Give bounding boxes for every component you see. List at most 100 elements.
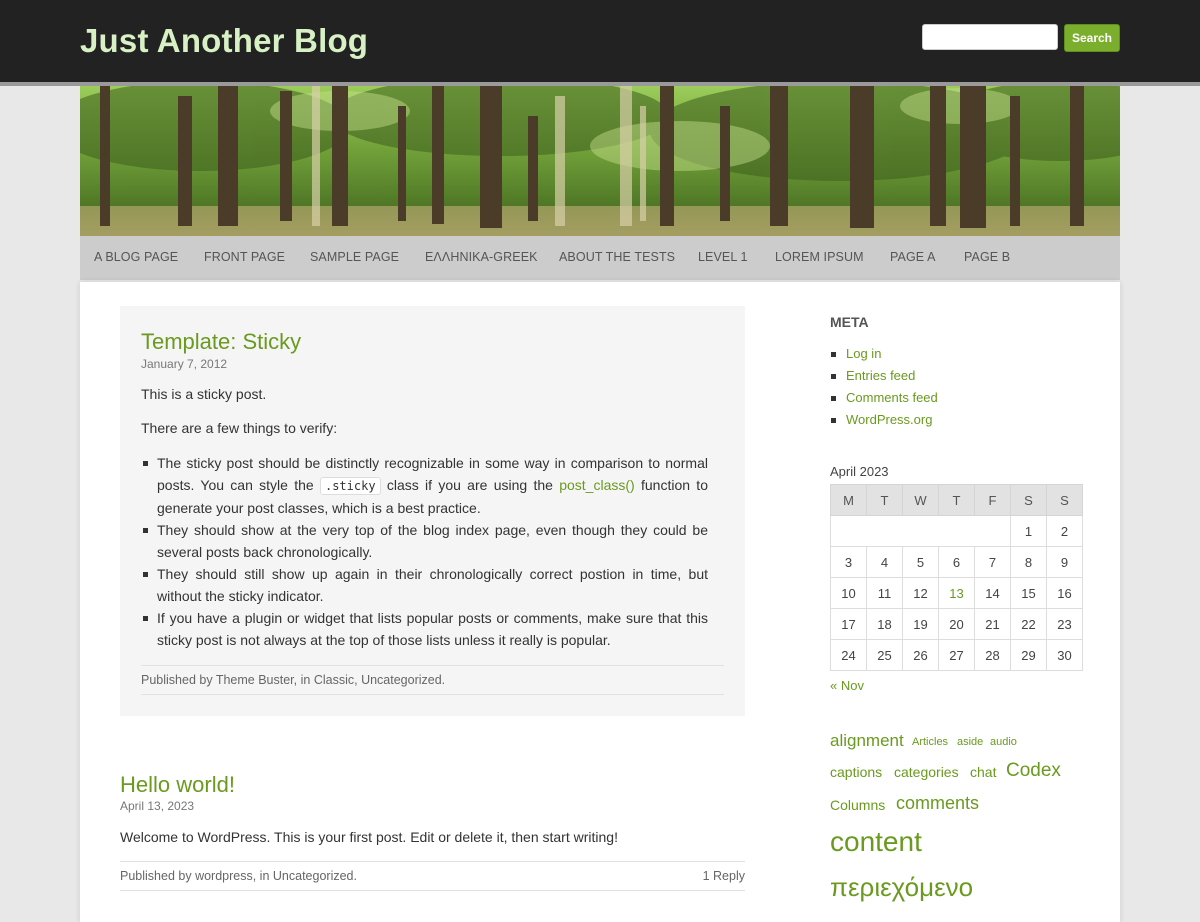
calendar-day: 12 xyxy=(902,577,939,609)
tag-link[interactable]: chat xyxy=(970,764,996,780)
reply-link[interactable]: 1 Reply xyxy=(703,869,745,883)
comments-feed-link[interactable]: Comments feed xyxy=(846,390,938,405)
calendar-day: 14 xyxy=(974,577,1011,609)
post-meta: Published by wordpress, in Uncategorized… xyxy=(120,861,745,891)
post-date: January 7, 2012 xyxy=(141,357,228,371)
list-item: Comments feed xyxy=(830,390,938,412)
calendar-day: 23 xyxy=(1046,608,1083,640)
calendar-day: 9 xyxy=(1046,546,1083,578)
calendar-week: 17 18 19 20 21 22 23 xyxy=(830,608,1083,640)
calendar-day: 2 xyxy=(1046,515,1083,547)
calendar-week: 24 25 26 27 28 29 30 xyxy=(830,639,1083,671)
category-link-uncategorized[interactable]: Uncategorized xyxy=(273,869,354,883)
post-class-link[interactable]: post_class() xyxy=(559,477,634,493)
tag-link[interactable]: aside xyxy=(957,736,983,748)
calendar-body: 1 2 3 4 5 6 7 8 9 10 11 12 13 14 15 16 17 18 19 20 21 22 23 24 2… xyxy=(830,515,1083,671)
tag-link[interactable]: audio xyxy=(990,736,1017,748)
nav-item-level-1[interactable]: LEVEL 1 xyxy=(698,250,748,264)
meta-widget-title: META xyxy=(830,314,869,330)
sticky-class-code: .sticky xyxy=(319,477,381,495)
nav-item-page-b[interactable]: PAGE B xyxy=(964,250,1010,264)
calendar-header: F xyxy=(974,484,1011,516)
list-item: Log in xyxy=(830,346,938,368)
calendar-week: 12 xyxy=(830,515,1083,547)
post-title[interactable]: Hello world! xyxy=(120,772,235,798)
calendar-day: 10 xyxy=(830,577,867,609)
calendar-day: 4 xyxy=(866,546,903,578)
calendar-day-link[interactable]: 13 xyxy=(949,586,963,601)
calendar-day: 24 xyxy=(830,639,867,671)
post-subintro: There are a few things to verify: xyxy=(141,420,338,436)
site-title[interactable]: Just Another Blog xyxy=(80,22,368,60)
calendar-day: 6 xyxy=(938,546,975,578)
calendar-day: 19 xyxy=(902,608,939,640)
post-date: April 13, 2023 xyxy=(120,799,195,813)
calendar-day: 21 xyxy=(974,608,1011,640)
calendar-empty-cell xyxy=(830,515,1011,547)
entries-feed-link[interactable]: Entries feed xyxy=(846,368,915,383)
tag-link[interactable]: Codex xyxy=(1006,760,1061,782)
post-intro: This is a sticky post. xyxy=(141,386,267,402)
category-link-uncategorized[interactable]: Uncategorized xyxy=(361,673,442,687)
site-header: Just Another Blog Search xyxy=(0,0,1200,86)
list-item: They should still show up again in their… xyxy=(141,563,708,607)
nav-item-lorem-ipsum[interactable]: LOREM IPSUM xyxy=(775,250,864,264)
calendar-header: T xyxy=(938,484,975,516)
calendar-prev-link[interactable]: « Nov xyxy=(830,678,864,693)
calendar: M T W T F S S 1 2 3 4 5 6 7 8 9 10 11 12 13 14 15 16 17 1… xyxy=(830,484,1083,671)
nav-item-sample-page[interactable]: SAMPLE PAGE xyxy=(310,250,399,264)
meta-links: Log in Entries feed Comments feed WordPr… xyxy=(830,346,938,434)
nav-item-front-page[interactable]: FRONT PAGE xyxy=(204,250,285,264)
list-item: WordPress.org xyxy=(830,412,938,434)
list-item: They should show at the very top of the … xyxy=(141,519,708,563)
calendar-caption: April 2023 xyxy=(830,464,889,479)
calendar-day: 29 xyxy=(1010,639,1047,671)
nav-item-page-a[interactable]: PAGE A xyxy=(890,250,936,264)
author-link[interactable]: wordpress xyxy=(195,869,253,883)
content-area: Template: Sticky January 7, 2012 This is… xyxy=(80,282,1120,922)
calendar-header: S xyxy=(1010,484,1047,516)
category-link-classic[interactable]: Classic xyxy=(314,673,354,687)
calendar-day: 16 xyxy=(1046,577,1083,609)
calendar-day: 8 xyxy=(1010,546,1047,578)
calendar-day: 18 xyxy=(866,608,903,640)
tag-link[interactable]: comments xyxy=(896,793,979,814)
sticky-post: Template: Sticky January 7, 2012 This is… xyxy=(120,306,745,716)
calendar-header: S xyxy=(1046,484,1083,516)
nav-item-a-blog-page[interactable]: A BLOG PAGE xyxy=(94,250,178,264)
calendar-day: 27 xyxy=(938,639,975,671)
tag-link[interactable]: alignment xyxy=(830,731,904,751)
author-link[interactable]: Theme Buster xyxy=(216,673,294,687)
post-meta: Published by Theme Buster, in Classic, U… xyxy=(141,665,724,695)
calendar-week: 3456789 xyxy=(830,546,1083,578)
main-navigation: A BLOG PAGE FRONT PAGE SAMPLE PAGE ΕΛΛΗΝ… xyxy=(80,236,1120,280)
nav-item-about-the-tests[interactable]: ABOUT THE TESTS xyxy=(559,250,675,264)
calendar-day: 30 xyxy=(1046,639,1083,671)
search-button[interactable]: Search xyxy=(1064,24,1120,52)
calendar-header: T xyxy=(866,484,903,516)
list-item: Entries feed xyxy=(830,368,938,390)
calendar-day: 5 xyxy=(902,546,939,578)
calendar-day: 7 xyxy=(974,546,1011,578)
calendar-day: 25 xyxy=(866,639,903,671)
wordpress-org-link[interactable]: WordPress.org xyxy=(846,412,932,427)
tag-link[interactable]: content xyxy=(830,826,922,858)
list-item: If you have a plugin or widget that list… xyxy=(141,607,708,651)
nav-item-greek[interactable]: ΕΛΛΗΝΙΚΑ-GREEK xyxy=(425,250,538,264)
calendar-header: M xyxy=(830,484,867,516)
calendar-week: 10 11 12 13 14 15 16 xyxy=(830,577,1083,609)
post-checklist: The sticky post should be distinctly rec… xyxy=(141,452,708,651)
calendar-header: W xyxy=(902,484,939,516)
log-in-link[interactable]: Log in xyxy=(846,346,881,361)
search-input[interactable] xyxy=(922,24,1058,50)
tag-link[interactable]: captions xyxy=(830,764,882,780)
tag-link[interactable]: περιεχόμενο xyxy=(830,872,973,903)
post-title[interactable]: Template: Sticky xyxy=(141,329,301,355)
tag-link[interactable]: Articles xyxy=(912,736,948,748)
calendar-day: 20 xyxy=(938,608,975,640)
tag-link[interactable]: Columns xyxy=(830,797,885,813)
calendar-day: 26 xyxy=(902,639,939,671)
list-item: The sticky post should be distinctly rec… xyxy=(141,452,708,519)
calendar-day: 13 xyxy=(938,577,975,609)
tag-link[interactable]: categories xyxy=(894,764,959,780)
